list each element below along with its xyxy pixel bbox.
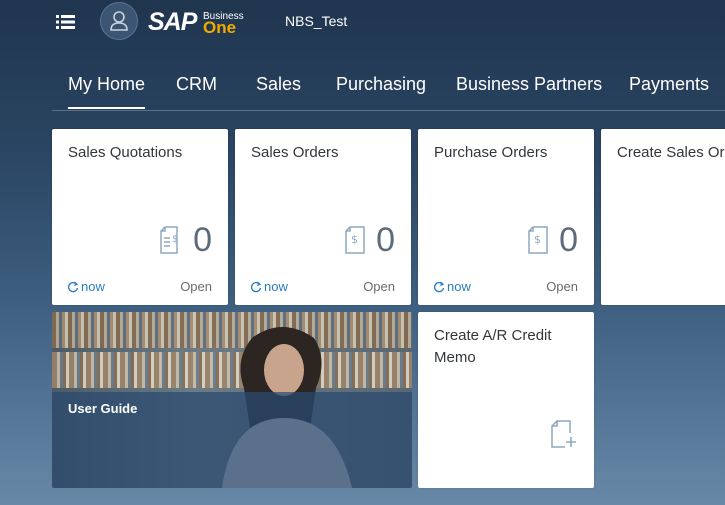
refresh-label: now xyxy=(447,279,471,294)
tab-payments[interactable]: Payments xyxy=(629,74,709,95)
tab-sales[interactable]: Sales xyxy=(256,74,301,95)
tile-title: Create A/R Credit Memo xyxy=(434,327,552,366)
tile-create-ar-credit-memo[interactable]: Create A/R Credit Memo xyxy=(418,312,594,488)
tab-bar: My Home CRM Sales Purchasing Business Pa… xyxy=(52,62,725,111)
refresh-label: now xyxy=(81,279,105,294)
svg-text:$: $ xyxy=(351,233,358,246)
refresh-icon xyxy=(433,281,445,293)
refresh-icon xyxy=(250,281,262,293)
logo-one: One xyxy=(203,18,237,37)
tile-user-guide[interactable]: User Guide xyxy=(52,312,412,488)
refresh-link[interactable]: now xyxy=(433,279,471,294)
tab-purchasing[interactable]: Purchasing xyxy=(336,74,426,95)
tile-status: Open xyxy=(546,279,578,294)
document-dollar-icon: $ xyxy=(527,226,549,259)
tile-sales-quotations[interactable]: Sales Quotations $ 0 now Open xyxy=(52,129,228,305)
kpi-value: 0 xyxy=(376,221,395,259)
kpi-value: 0 xyxy=(193,221,212,259)
document-dollar-icon: $ xyxy=(159,226,183,259)
tile-title: Create Sales Or xyxy=(617,144,725,161)
kpi: $ 0 xyxy=(527,222,578,258)
refresh-icon xyxy=(67,281,79,293)
tile-purchase-orders[interactable]: Purchase Orders $ 0 now Open xyxy=(418,129,594,305)
user-avatar-icon[interactable] xyxy=(100,2,138,40)
tile-title: Sales Orders xyxy=(251,144,339,161)
tab-my-home[interactable]: My Home xyxy=(68,74,146,109)
kpi: $ 0 xyxy=(159,222,212,258)
menu-icon[interactable] xyxy=(56,12,78,32)
tile-status: Open xyxy=(363,279,395,294)
tile-create-sales-order[interactable]: Create Sales Or xyxy=(601,129,725,305)
tile-title: Purchase Orders xyxy=(434,144,548,161)
tile-status: Open xyxy=(180,279,212,294)
tile-title: Sales Quotations xyxy=(68,144,183,161)
document-dollar-icon: $ xyxy=(344,226,366,259)
logo-sap: SAP xyxy=(148,8,197,36)
tile-title: User Guide xyxy=(68,401,138,416)
tile-sales-orders[interactable]: Sales Orders $ 0 now Open xyxy=(235,129,411,305)
svg-text:$: $ xyxy=(534,233,541,246)
kpi: $ 0 xyxy=(344,222,395,258)
refresh-label: now xyxy=(264,279,288,294)
svg-text:$: $ xyxy=(172,234,178,245)
tab-business-partners[interactable]: Business Partners xyxy=(456,74,602,95)
refresh-link[interactable]: now xyxy=(67,279,105,294)
shell-bar: SAP Business One NBS_Test xyxy=(0,0,725,45)
refresh-link[interactable]: now xyxy=(250,279,288,294)
new-document-icon xyxy=(550,419,578,453)
system-name: NBS_Test xyxy=(285,13,348,29)
tab-crm[interactable]: CRM xyxy=(176,74,217,95)
kpi-value: 0 xyxy=(559,221,578,259)
